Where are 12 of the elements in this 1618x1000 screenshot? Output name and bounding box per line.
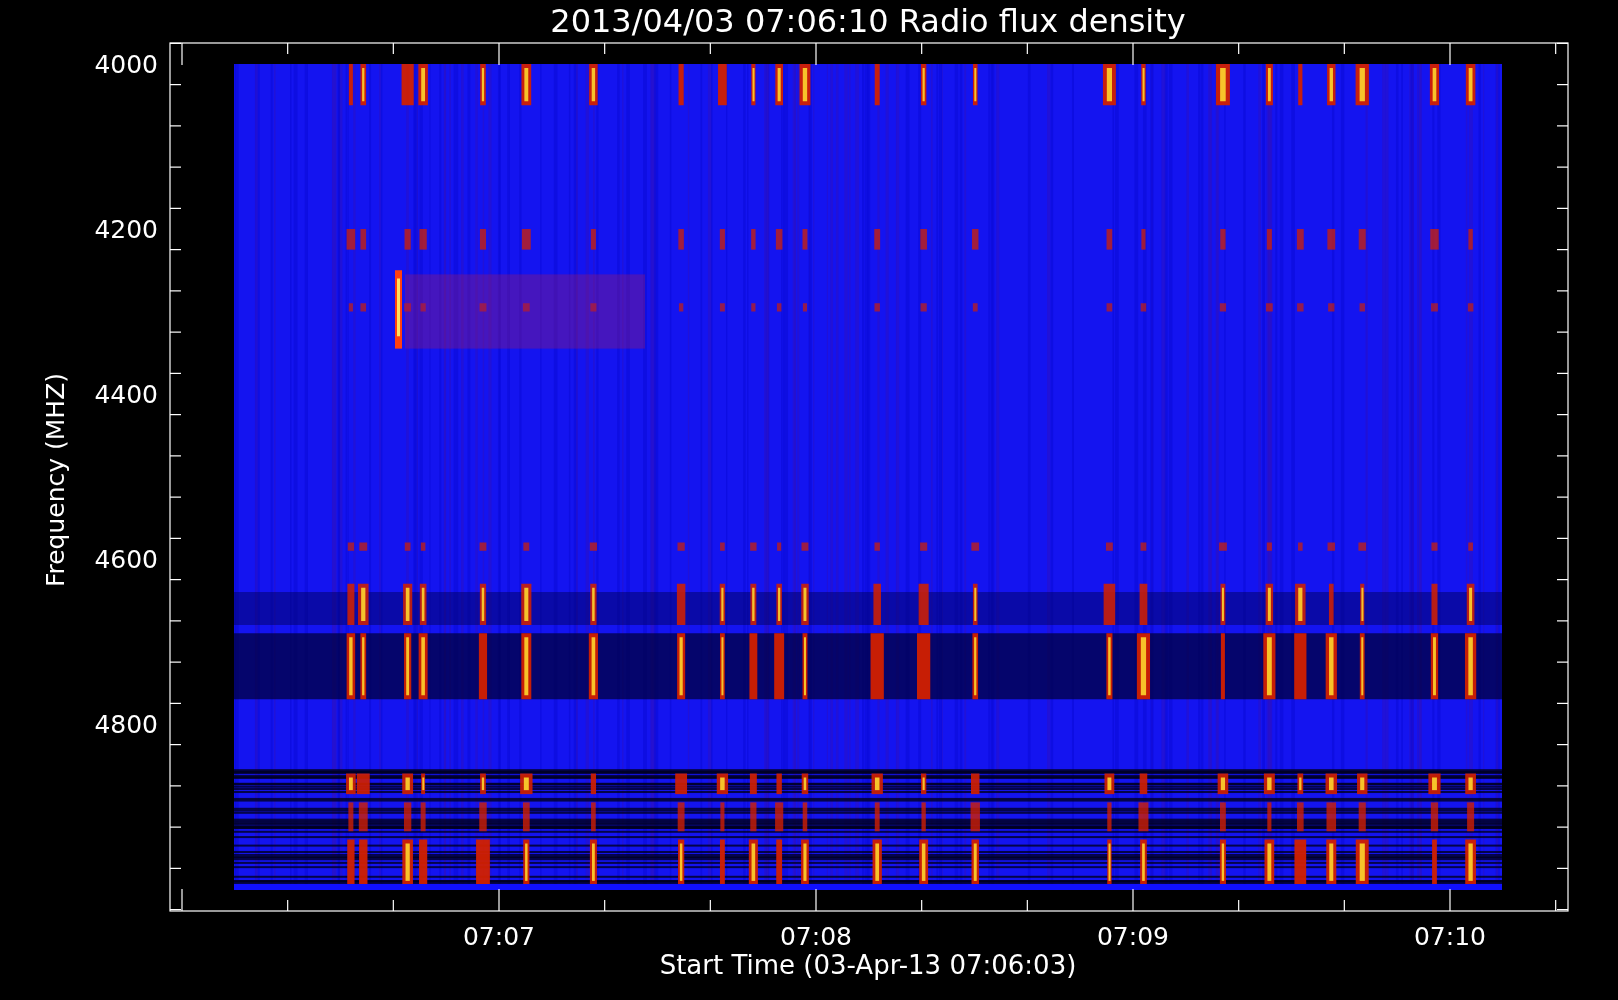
x-tick-label: 07:08	[780, 922, 852, 951]
y-axis-label: Frequency (MHZ)	[41, 372, 70, 588]
chart-title: 2013/04/03 07:06:10 Radio flux density	[550, 2, 1186, 40]
y-tick-label: 4800	[94, 710, 158, 739]
y-tick-label: 4600	[94, 545, 158, 574]
x-tick-label: 07:07	[463, 922, 535, 951]
x-tick-label: 07:10	[1414, 922, 1486, 951]
y-tick-label: 4000	[94, 50, 158, 79]
y-tick-label: 4400	[94, 380, 158, 409]
y-tick-label: 4200	[94, 215, 158, 244]
x-axis-label: Start Time (03-Apr-13 07:06:03)	[659, 950, 1077, 980]
x-tick-label: 07:09	[1097, 922, 1169, 951]
